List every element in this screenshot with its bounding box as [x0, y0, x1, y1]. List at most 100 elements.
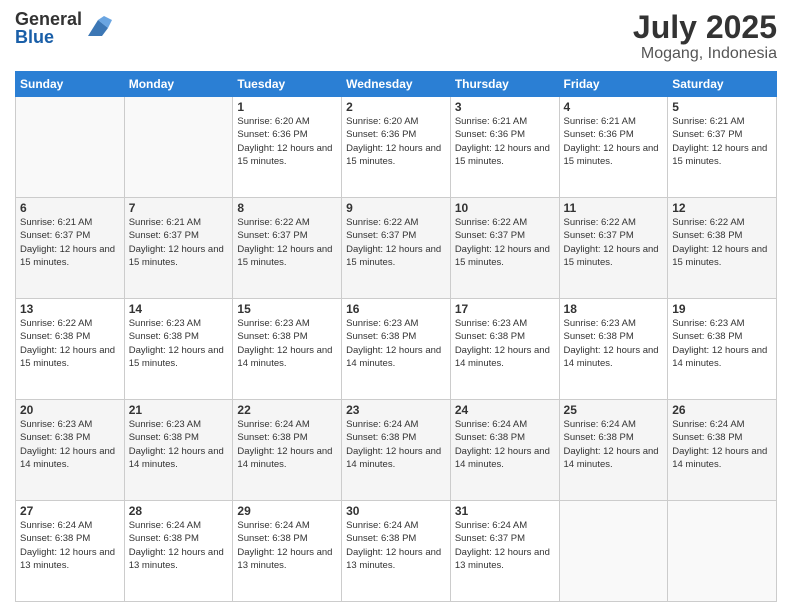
day-info: Sunrise: 6:23 AMSunset: 6:38 PMDaylight:… [20, 418, 120, 471]
day-cell: 11Sunrise: 6:22 AMSunset: 6:37 PMDayligh… [559, 198, 668, 299]
day-cell: 16Sunrise: 6:23 AMSunset: 6:38 PMDayligh… [342, 299, 451, 400]
day-cell: 30Sunrise: 6:24 AMSunset: 6:38 PMDayligh… [342, 501, 451, 602]
day-number: 30 [346, 504, 446, 518]
day-cell: 27Sunrise: 6:24 AMSunset: 6:38 PMDayligh… [16, 501, 125, 602]
week-row-1: 1Sunrise: 6:20 AMSunset: 6:36 PMDaylight… [16, 97, 777, 198]
day-info: Sunrise: 6:23 AMSunset: 6:38 PMDaylight:… [346, 317, 446, 370]
title-block: July 2025 Mogang, Indonesia [633, 10, 777, 63]
day-info: Sunrise: 6:21 AMSunset: 6:36 PMDaylight:… [564, 115, 664, 168]
month-title: July 2025 [633, 10, 777, 45]
day-number: 1 [237, 100, 337, 114]
day-number: 9 [346, 201, 446, 215]
day-number: 8 [237, 201, 337, 215]
day-number: 16 [346, 302, 446, 316]
day-number: 31 [455, 504, 555, 518]
logo-general: General [15, 10, 82, 28]
day-info: Sunrise: 6:24 AMSunset: 6:38 PMDaylight:… [237, 418, 337, 471]
day-cell: 23Sunrise: 6:24 AMSunset: 6:38 PMDayligh… [342, 400, 451, 501]
day-info: Sunrise: 6:22 AMSunset: 6:38 PMDaylight:… [672, 216, 772, 269]
day-cell: 12Sunrise: 6:22 AMSunset: 6:38 PMDayligh… [668, 198, 777, 299]
day-cell: 1Sunrise: 6:20 AMSunset: 6:36 PMDaylight… [233, 97, 342, 198]
day-info: Sunrise: 6:23 AMSunset: 6:38 PMDaylight:… [237, 317, 337, 370]
day-number: 23 [346, 403, 446, 417]
day-number: 25 [564, 403, 664, 417]
day-cell: 22Sunrise: 6:24 AMSunset: 6:38 PMDayligh… [233, 400, 342, 501]
day-info: Sunrise: 6:23 AMSunset: 6:38 PMDaylight:… [129, 418, 229, 471]
day-cell [559, 501, 668, 602]
day-cell: 19Sunrise: 6:23 AMSunset: 6:38 PMDayligh… [668, 299, 777, 400]
day-number: 4 [564, 100, 664, 114]
day-number: 20 [20, 403, 120, 417]
day-cell: 31Sunrise: 6:24 AMSunset: 6:37 PMDayligh… [450, 501, 559, 602]
day-number: 19 [672, 302, 772, 316]
day-cell: 13Sunrise: 6:22 AMSunset: 6:38 PMDayligh… [16, 299, 125, 400]
day-number: 15 [237, 302, 337, 316]
day-cell: 17Sunrise: 6:23 AMSunset: 6:38 PMDayligh… [450, 299, 559, 400]
calendar-body: 1Sunrise: 6:20 AMSunset: 6:36 PMDaylight… [16, 97, 777, 602]
week-row-4: 20Sunrise: 6:23 AMSunset: 6:38 PMDayligh… [16, 400, 777, 501]
day-info: Sunrise: 6:22 AMSunset: 6:37 PMDaylight:… [455, 216, 555, 269]
day-number: 5 [672, 100, 772, 114]
day-info: Sunrise: 6:24 AMSunset: 6:38 PMDaylight:… [237, 519, 337, 572]
week-row-5: 27Sunrise: 6:24 AMSunset: 6:38 PMDayligh… [16, 501, 777, 602]
weekday-saturday: Saturday [668, 72, 777, 97]
day-cell: 18Sunrise: 6:23 AMSunset: 6:38 PMDayligh… [559, 299, 668, 400]
weekday-friday: Friday [559, 72, 668, 97]
day-number: 29 [237, 504, 337, 518]
day-info: Sunrise: 6:23 AMSunset: 6:38 PMDaylight:… [564, 317, 664, 370]
day-cell: 28Sunrise: 6:24 AMSunset: 6:38 PMDayligh… [124, 501, 233, 602]
day-info: Sunrise: 6:24 AMSunset: 6:38 PMDaylight:… [672, 418, 772, 471]
day-cell: 9Sunrise: 6:22 AMSunset: 6:37 PMDaylight… [342, 198, 451, 299]
day-number: 3 [455, 100, 555, 114]
day-info: Sunrise: 6:23 AMSunset: 6:38 PMDaylight:… [129, 317, 229, 370]
day-info: Sunrise: 6:21 AMSunset: 6:37 PMDaylight:… [672, 115, 772, 168]
day-number: 6 [20, 201, 120, 215]
day-info: Sunrise: 6:22 AMSunset: 6:37 PMDaylight:… [564, 216, 664, 269]
logo: General Blue [15, 10, 112, 46]
day-info: Sunrise: 6:21 AMSunset: 6:36 PMDaylight:… [455, 115, 555, 168]
day-number: 27 [20, 504, 120, 518]
day-cell: 4Sunrise: 6:21 AMSunset: 6:36 PMDaylight… [559, 97, 668, 198]
weekday-monday: Monday [124, 72, 233, 97]
day-info: Sunrise: 6:20 AMSunset: 6:36 PMDaylight:… [237, 115, 337, 168]
day-cell: 3Sunrise: 6:21 AMSunset: 6:36 PMDaylight… [450, 97, 559, 198]
day-info: Sunrise: 6:23 AMSunset: 6:38 PMDaylight:… [455, 317, 555, 370]
day-info: Sunrise: 6:20 AMSunset: 6:36 PMDaylight:… [346, 115, 446, 168]
day-number: 2 [346, 100, 446, 114]
day-cell: 20Sunrise: 6:23 AMSunset: 6:38 PMDayligh… [16, 400, 125, 501]
day-cell: 15Sunrise: 6:23 AMSunset: 6:38 PMDayligh… [233, 299, 342, 400]
weekday-header-row: SundayMondayTuesdayWednesdayThursdayFrid… [16, 72, 777, 97]
day-info: Sunrise: 6:24 AMSunset: 6:38 PMDaylight:… [564, 418, 664, 471]
calendar-page: General Blue July 2025 Mogang, Indonesia… [0, 0, 792, 612]
calendar-table: SundayMondayTuesdayWednesdayThursdayFrid… [15, 71, 777, 602]
day-number: 10 [455, 201, 555, 215]
day-info: Sunrise: 6:24 AMSunset: 6:38 PMDaylight:… [20, 519, 120, 572]
day-info: Sunrise: 6:23 AMSunset: 6:38 PMDaylight:… [672, 317, 772, 370]
day-number: 7 [129, 201, 229, 215]
day-number: 14 [129, 302, 229, 316]
day-number: 26 [672, 403, 772, 417]
day-number: 18 [564, 302, 664, 316]
day-info: Sunrise: 6:24 AMSunset: 6:38 PMDaylight:… [346, 519, 446, 572]
weekday-thursday: Thursday [450, 72, 559, 97]
day-cell: 25Sunrise: 6:24 AMSunset: 6:38 PMDayligh… [559, 400, 668, 501]
day-cell: 5Sunrise: 6:21 AMSunset: 6:37 PMDaylight… [668, 97, 777, 198]
weekday-wednesday: Wednesday [342, 72, 451, 97]
day-cell [16, 97, 125, 198]
header: General Blue July 2025 Mogang, Indonesia [15, 10, 777, 63]
day-cell: 8Sunrise: 6:22 AMSunset: 6:37 PMDaylight… [233, 198, 342, 299]
day-cell: 6Sunrise: 6:21 AMSunset: 6:37 PMDaylight… [16, 198, 125, 299]
day-cell: 2Sunrise: 6:20 AMSunset: 6:36 PMDaylight… [342, 97, 451, 198]
day-number: 17 [455, 302, 555, 316]
day-info: Sunrise: 6:22 AMSunset: 6:38 PMDaylight:… [20, 317, 120, 370]
day-number: 22 [237, 403, 337, 417]
day-info: Sunrise: 6:21 AMSunset: 6:37 PMDaylight:… [129, 216, 229, 269]
day-cell: 26Sunrise: 6:24 AMSunset: 6:38 PMDayligh… [668, 400, 777, 501]
logo-icon [84, 14, 112, 42]
day-info: Sunrise: 6:21 AMSunset: 6:37 PMDaylight:… [20, 216, 120, 269]
day-info: Sunrise: 6:24 AMSunset: 6:38 PMDaylight:… [346, 418, 446, 471]
logo-blue: Blue [15, 28, 82, 46]
day-cell: 24Sunrise: 6:24 AMSunset: 6:38 PMDayligh… [450, 400, 559, 501]
day-info: Sunrise: 6:24 AMSunset: 6:38 PMDaylight:… [129, 519, 229, 572]
day-number: 24 [455, 403, 555, 417]
